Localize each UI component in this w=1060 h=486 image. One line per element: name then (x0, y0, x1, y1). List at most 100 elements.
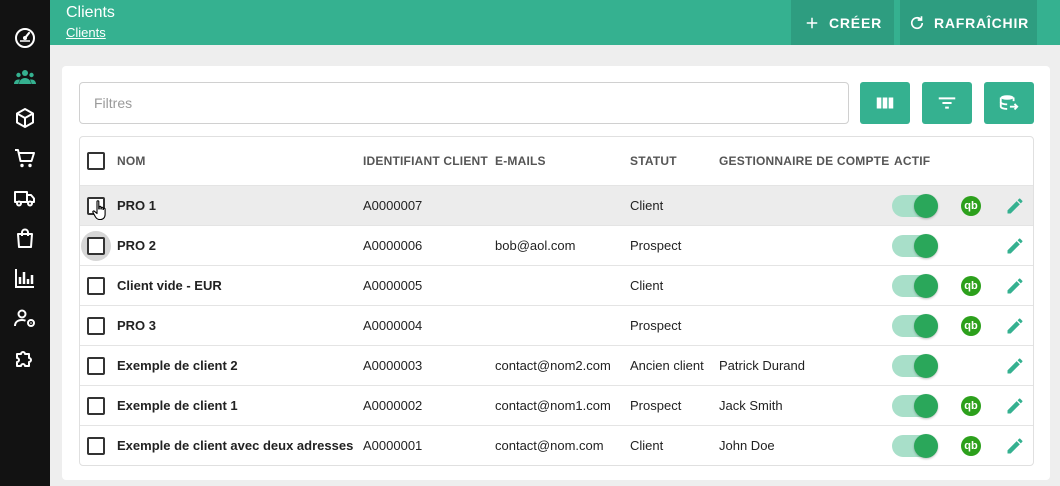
table-row[interactable]: Client vide - EUR A0000005 Client qb (80, 265, 1033, 305)
edit-icon[interactable] (1005, 316, 1025, 336)
column-header-name[interactable]: NOM (117, 137, 146, 185)
client-id: A0000002 (363, 398, 423, 413)
column-header-active[interactable]: ACTIF (894, 137, 930, 185)
toggle-knob (914, 194, 938, 218)
view-columns-icon (876, 97, 894, 109)
client-name: Exemple de client 2 (117, 358, 238, 373)
truck-icon[interactable] (13, 186, 37, 210)
clients-table: NOM IDENTIFIANT CLIENT E-MAILS STATUT GE… (79, 136, 1034, 466)
row-checkbox[interactable] (87, 317, 105, 335)
quickbooks-icon[interactable]: qb (961, 396, 981, 416)
edit-icon[interactable] (1005, 196, 1025, 216)
row-checkbox[interactable] (87, 277, 105, 295)
breadcrumb[interactable]: Clients (66, 25, 106, 40)
cart-icon[interactable] (13, 146, 37, 170)
cube-icon[interactable] (13, 106, 37, 130)
client-status: Prospect (630, 238, 682, 253)
speedometer-icon[interactable] (13, 26, 37, 50)
toggle-knob (914, 434, 938, 458)
puzzle-icon[interactable] (13, 346, 37, 370)
client-name: Client vide - EUR (117, 278, 222, 293)
client-name: PRO 1 (117, 198, 157, 213)
quickbooks-icon[interactable]: qb (961, 196, 981, 216)
client-id: A0000006 (363, 238, 423, 253)
active-toggle[interactable] (892, 274, 938, 298)
bar-chart-icon[interactable] (13, 266, 37, 290)
filter-list-icon (938, 97, 956, 109)
active-toggle[interactable] (892, 314, 938, 338)
toggle-knob (914, 394, 938, 418)
client-status: Ancien client (630, 358, 704, 373)
refresh-button-label: RAFRAÎCHIR (933, 14, 1030, 31)
export-button[interactable] (984, 82, 1034, 124)
active-toggle[interactable] (892, 194, 938, 218)
client-email: contact@nom1.com (495, 398, 611, 413)
client-id: A0000001 (363, 438, 423, 453)
table-row[interactable]: PRO 1 A0000007 Client qb (80, 185, 1033, 225)
active-toggle[interactable] (892, 434, 938, 458)
column-header-id[interactable]: IDENTIFIANT CLIENT (363, 137, 488, 185)
table-row[interactable]: Exemple de client avec deux adresses A00… (80, 425, 1033, 465)
edit-icon[interactable] (1005, 436, 1025, 456)
row-checkbox[interactable] (87, 197, 105, 215)
filter-input[interactable] (79, 82, 849, 124)
client-status: Client (630, 438, 664, 453)
select-all-checkbox[interactable] (87, 152, 105, 170)
client-status: Prospect (630, 318, 682, 333)
column-header-status[interactable]: STATUT (630, 137, 677, 185)
active-toggle[interactable] (892, 354, 938, 378)
client-name: PRO 3 (117, 318, 157, 333)
client-id: A0000005 (363, 278, 423, 293)
edit-icon[interactable] (1005, 356, 1025, 376)
client-email: contact@nom2.com (495, 358, 611, 373)
people-icon[interactable] (13, 65, 37, 89)
page-title: Clients (66, 4, 115, 21)
top-bar: Clients Clients CRÉER RAFRAÎCHIR (50, 0, 1060, 45)
table-row[interactable]: Exemple de client 1 A0000002 contact@nom… (80, 385, 1033, 425)
table-header: NOM IDENTIFIANT CLIENT E-MAILS STATUT GE… (80, 137, 1033, 185)
row-checkbox[interactable] (87, 237, 105, 255)
column-header-manager[interactable]: GESTIONNAIRE DE COMPTE (719, 137, 889, 185)
client-email: contact@nom.com (495, 438, 604, 453)
filter-button[interactable] (922, 82, 972, 124)
client-status: Client (630, 198, 664, 213)
client-name: PRO 2 (117, 238, 157, 253)
plus-icon (806, 17, 818, 28)
client-status: Client (630, 278, 664, 293)
quickbooks-icon[interactable]: qb (961, 436, 981, 456)
column-header-email[interactable]: E-MAILS (495, 137, 546, 185)
active-toggle[interactable] (892, 394, 938, 418)
refresh-button[interactable]: RAFRAÎCHIR (900, 0, 1037, 45)
toggle-knob (914, 314, 938, 338)
row-checkbox[interactable] (87, 397, 105, 415)
toggle-knob (914, 274, 938, 298)
client-id: A0000003 (363, 358, 423, 373)
shopping-bag-icon[interactable] (13, 226, 37, 250)
edit-icon[interactable] (1005, 236, 1025, 256)
client-id: A0000004 (363, 318, 423, 333)
row-checkbox[interactable] (87, 437, 105, 455)
refresh-icon (910, 15, 924, 29)
active-toggle[interactable] (892, 234, 938, 258)
create-button[interactable]: CRÉER (791, 0, 894, 45)
client-status: Prospect (630, 398, 682, 413)
row-checkbox[interactable] (87, 357, 105, 375)
edit-icon[interactable] (1005, 396, 1025, 416)
toggle-knob (914, 234, 938, 258)
quickbooks-icon[interactable]: qb (961, 316, 981, 336)
edit-icon[interactable] (1005, 276, 1025, 296)
columns-button[interactable] (860, 82, 910, 124)
client-name: Exemple de client avec deux adresses (117, 438, 354, 453)
table-row[interactable]: PRO 3 A0000004 Prospect qb (80, 305, 1033, 345)
client-manager: John Doe (719, 438, 775, 453)
quickbooks-icon[interactable]: qb (961, 276, 981, 296)
client-name: Exemple de client 1 (117, 398, 238, 413)
toggle-knob (914, 354, 938, 378)
table-row[interactable]: Exemple de client 2 A0000003 contact@nom… (80, 345, 1033, 385)
database-export-icon (999, 95, 1019, 111)
sidebar (0, 0, 50, 486)
create-button-label: CRÉER (828, 14, 882, 31)
user-gear-icon[interactable] (13, 306, 37, 330)
client-id: A0000007 (363, 198, 423, 213)
table-row[interactable]: PRO 2 A0000006 bob@aol.com Prospect (80, 225, 1033, 265)
